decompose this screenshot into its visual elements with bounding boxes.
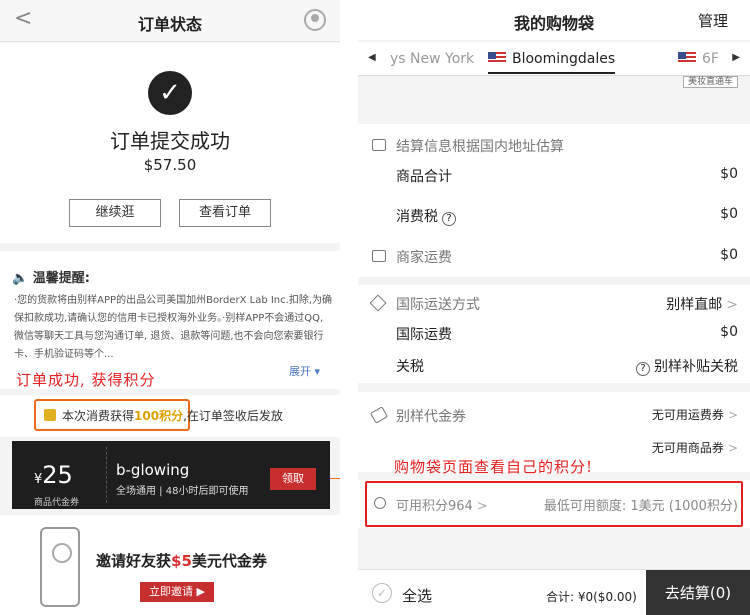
help-icon[interactable]: ? xyxy=(442,212,456,226)
tab-store-active[interactable]: Bloomingdales xyxy=(488,51,616,74)
claim-coupon-button[interactable]: 领取 xyxy=(270,468,316,490)
coupon-type: 商品代金券 xyxy=(34,498,80,508)
us-flag-icon xyxy=(488,52,506,64)
points-earned-text: 本次消费获得100积分,在订单签收后发放 xyxy=(62,409,283,423)
phone-illustration-icon xyxy=(40,527,80,607)
settlement-card: 结算信息根据国内地址估算 商品合计 $0 消费税? $0 商家运费 $0 xyxy=(358,124,750,277)
checkmark-icon: ✓ xyxy=(148,71,192,115)
page-title: 我的购物袋 xyxy=(513,14,594,33)
invite-text: 邀请好友获$5美元代金券 xyxy=(96,552,267,570)
calculator-icon xyxy=(372,139,386,151)
truck-icon xyxy=(372,250,386,262)
annotation-order-points: 订单成功, 获得积分 xyxy=(16,371,156,389)
manage-button[interactable]: 管理 xyxy=(698,10,728,31)
invite-banner[interactable]: 邀请好友获$5美元代金券 立即邀请 ▶ xyxy=(0,515,340,615)
intl-method-row[interactable]: 国际运送方式 别样直邮 > xyxy=(358,294,750,314)
duty-row: 关税 ? 别样补贴关税 xyxy=(396,359,738,376)
points-earned-row: 本次消费获得100积分,在订单签收后发放 xyxy=(0,395,340,437)
continue-shopping-button[interactable]: 继续逛 xyxy=(69,199,161,227)
help-icon[interactable]: ? xyxy=(636,362,650,376)
view-order-button[interactable]: 查看订单 xyxy=(179,199,271,227)
reminder-heading: 🔈 温馨提醒: xyxy=(12,271,90,286)
shopping-bag-header: 我的购物袋 管理 xyxy=(358,0,750,40)
invite-now-button[interactable]: 立即邀请 ▶ xyxy=(140,582,214,602)
order-amount: $57.50 xyxy=(143,156,197,174)
tag-icon xyxy=(369,406,389,424)
tab-store[interactable]: ys New York xyxy=(390,51,474,67)
settlement-heading-row: 结算信息根据国内地址估算 xyxy=(358,136,750,156)
tab-store[interactable]: 6F xyxy=(678,51,719,67)
tax-row: 消费税? $0 xyxy=(396,206,738,226)
voucher-row[interactable]: 别样代金券 无可用运费券 > xyxy=(358,406,750,426)
airplane-icon xyxy=(369,294,387,312)
user-avatar-icon[interactable] xyxy=(304,9,326,31)
annotation-bag-points: 购物袋页面查看自己的积分! xyxy=(394,458,594,476)
intl-fee-row: 国际运费 $0 xyxy=(396,324,738,343)
select-all-label[interactable]: 全选 xyxy=(402,585,432,606)
order-status-header: < 订单状态 xyxy=(0,0,340,42)
tab-scroll-left-icon[interactable]: ◀ xyxy=(368,52,376,63)
coupon-divider xyxy=(106,447,108,503)
intl-shipping-card: 国际运送方式 别样直邮 > 国际运费 $0 关税 ? 别样补贴关税 xyxy=(358,285,750,383)
coupon-amount: ¥25 xyxy=(34,461,73,489)
order-success-section: ✓ 订单提交成功 $57.50 继续逛 查看订单 xyxy=(0,43,340,243)
shipping-row: 商家运费 $0 xyxy=(358,247,750,267)
reminder-text: ·您的货款将由别样APP的出品公司美国加州BorderX Lab Inc.扣除,… xyxy=(14,295,333,360)
subtotal-row: 商品合计 $0 xyxy=(396,166,738,185)
express-tag: 美妆直通车 xyxy=(682,76,738,88)
checkout-bar: ✓ 全选 合计: ¥0($0.00) 去结算(0) xyxy=(358,569,750,615)
coupon-card: ¥25 商品代金券 b-glowing 全场通用 | 48小时后即可使用 领取 xyxy=(12,441,340,509)
annotation-arrow xyxy=(330,478,340,479)
coin-icon xyxy=(44,409,56,421)
checkout-button[interactable]: 去结算(0) xyxy=(646,570,750,615)
page-title: 订单状态 xyxy=(137,15,202,34)
select-all-check-icon[interactable]: ✓ xyxy=(372,583,392,603)
shopping-bag-screen: 我的购物袋 管理 ◀ ys New York Bloomingdales 6F … xyxy=(358,0,750,615)
coupon-description: 全场通用 | 48小时后即可使用 xyxy=(116,486,249,497)
store-tabs: ◀ ys New York Bloomingdales 6F ▶ xyxy=(358,42,750,76)
success-title: 订单提交成功 xyxy=(110,129,230,153)
us-flag-icon xyxy=(678,52,696,64)
expand-link[interactable]: 展开 ▾ xyxy=(289,363,320,379)
coupon-name: b-glowing xyxy=(116,461,190,479)
tab-scroll-right-icon[interactable]: ▶ xyxy=(732,52,740,63)
cart-total: 合计: ¥0($0.00) xyxy=(546,590,637,604)
order-status-screen: < 订单状态 ✓ 订单提交成功 $57.50 继续逛 查看订单 🔈 温馨提醒: … xyxy=(0,0,340,615)
points-highlight-box xyxy=(365,481,743,527)
